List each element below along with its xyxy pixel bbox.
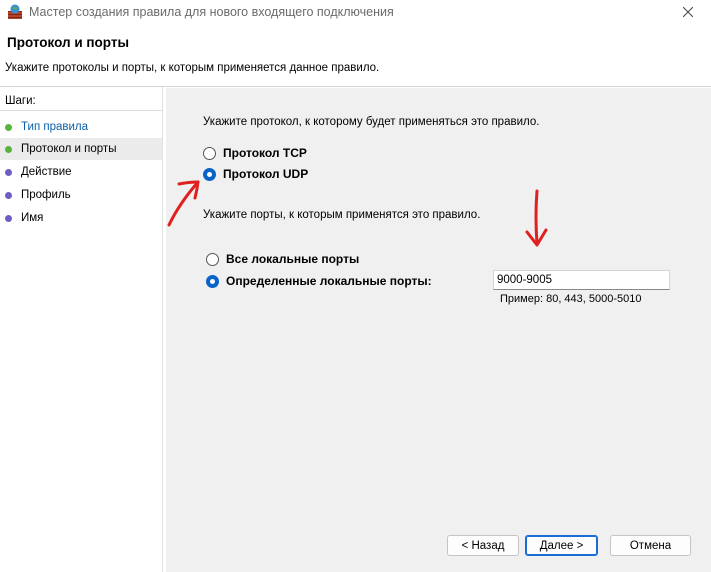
sidebar-item-label: Тип правила <box>21 121 89 133</box>
radio-all-ports-label: Все локальные порты <box>226 252 360 266</box>
sidebar-item-label: Профиль <box>21 189 71 201</box>
title-bar: Мастер создания правила для нового входя… <box>0 0 711 26</box>
ports-input[interactable] <box>493 270 670 290</box>
sidebar-item-rule-type[interactable]: Тип правила <box>0 116 162 138</box>
page-subtitle: Укажите протоколы и порты, к которым при… <box>5 62 380 74</box>
sidebar-item-label: Действие <box>21 166 72 178</box>
sidebar-divider <box>162 87 163 572</box>
radio-all-ports[interactable]: Все локальные порты <box>206 252 359 266</box>
radio-tcp-indicator[interactable] <box>203 146 216 160</box>
radio-udp-indicator[interactable] <box>203 167 216 181</box>
step-pending-icon <box>5 215 12 222</box>
sidebar-item-name[interactable]: Имя <box>0 207 162 229</box>
radio-all-ports-indicator[interactable] <box>206 252 219 266</box>
radio-udp[interactable]: Протокол UDP <box>203 167 308 181</box>
radio-tcp-label: Протокол TCP <box>223 146 307 160</box>
step-pending-icon <box>5 169 12 176</box>
ports-prompt: Укажите порты, к которым применятся это … <box>203 209 481 221</box>
radio-specific-ports-label: Определенные локальные порты: <box>226 274 432 288</box>
step-done-icon <box>5 124 12 131</box>
steps-sidebar: Шаги: Тип правила Протокол и порты Дейст… <box>0 87 162 572</box>
window-title: Мастер создания правила для нового входя… <box>29 5 394 19</box>
protocol-prompt: Укажите протокол, к которому будет приме… <box>203 116 540 128</box>
close-button[interactable] <box>665 0 711 26</box>
close-icon <box>682 6 694 20</box>
radio-udp-label: Протокол UDP <box>223 167 309 181</box>
back-button[interactable]: < Назад <box>447 535 519 556</box>
radio-specific-ports-indicator[interactable] <box>206 274 219 288</box>
page-title: Протокол и порты <box>7 35 130 50</box>
firewall-icon <box>7 4 23 20</box>
cancel-button[interactable]: Отмена <box>610 535 691 556</box>
radio-tcp[interactable]: Протокол TCP <box>203 146 307 160</box>
main-panel: Укажите протокол, к которому будет приме… <box>166 88 711 572</box>
sidebar-item-action[interactable]: Действие <box>0 161 162 183</box>
ports-example: Пример: 80, 443, 5000-5010 <box>500 293 642 305</box>
sidebar-item-label: Имя <box>21 212 44 224</box>
sidebar-item-profile[interactable]: Профиль <box>0 184 162 206</box>
steps-heading: Шаги: <box>0 91 162 111</box>
step-current-icon <box>5 146 12 153</box>
next-button[interactable]: Далее > <box>525 535 598 556</box>
sidebar-item-label: Протокол и порты <box>21 143 117 155</box>
sidebar-item-protocol-ports[interactable]: Протокол и порты <box>0 138 162 160</box>
wizard-header: Протокол и порты Укажите протоколы и пор… <box>0 26 711 86</box>
radio-specific-ports[interactable]: Определенные локальные порты: <box>206 274 432 288</box>
step-pending-icon <box>5 192 12 199</box>
